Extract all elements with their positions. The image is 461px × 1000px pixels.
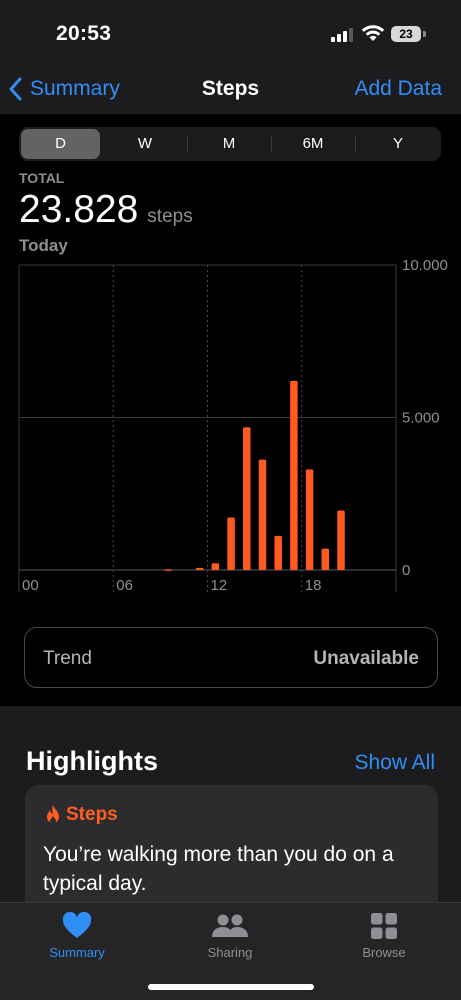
tab-summary[interactable]: Summary xyxy=(0,903,154,973)
wifi-icon xyxy=(361,25,385,41)
highlights-section: Highlights Show All Steps You’re walking… xyxy=(0,706,461,925)
y-tick-label: 5.000 xyxy=(402,410,440,427)
chart-bar xyxy=(290,380,298,570)
segment-month[interactable]: M xyxy=(187,127,271,161)
total-value: 23.828 xyxy=(19,188,139,231)
total-row: 23.828 steps xyxy=(19,188,193,232)
tab-browse-label: Browse xyxy=(362,945,406,960)
navigation-bar: Summary Steps Add Data xyxy=(0,68,461,114)
heart-icon xyxy=(62,912,92,938)
chart-bar xyxy=(227,517,235,570)
chart-bar xyxy=(258,459,267,570)
tab-browse[interactable]: Browse xyxy=(307,903,461,973)
signal-icon xyxy=(331,27,355,42)
highlight-text: You’re walking more than you do on a typ… xyxy=(43,843,394,895)
chart-bar xyxy=(321,548,330,570)
chart-bar xyxy=(305,469,314,570)
tab-sharing-label: Sharing xyxy=(207,945,253,960)
highlight-category: Steps xyxy=(66,804,118,825)
people-icon xyxy=(212,914,248,937)
x-tick-label: 12 xyxy=(211,577,228,594)
total-unit: steps xyxy=(147,206,193,227)
chart-bar xyxy=(243,427,251,570)
highlight-card-header: Steps xyxy=(43,804,118,826)
trend-value: Unavailable xyxy=(313,648,419,669)
x-tick-label: 00 xyxy=(22,577,39,594)
steps-chart[interactable]: 0 5.000 10.000 00 06 12 18 xyxy=(0,255,461,600)
x-tick-label: 06 xyxy=(116,577,133,594)
chart-bar xyxy=(164,569,172,571)
segment-week[interactable]: W xyxy=(103,127,187,161)
add-data-button[interactable]: Add Data xyxy=(354,77,442,101)
x-tick-label: 18 xyxy=(305,577,322,594)
status-time: 20:53 xyxy=(56,22,112,45)
y-tick-label: 10.000 xyxy=(402,257,448,274)
y-tick-label: 0 xyxy=(402,562,410,579)
chart-bar xyxy=(211,563,220,570)
chart-bar xyxy=(337,510,345,570)
total-label: TOTAL xyxy=(19,170,65,186)
period-segmented-control: D W M 6M Y xyxy=(19,127,441,161)
battery-tip xyxy=(423,31,426,37)
show-all-button[interactable]: Show All xyxy=(354,751,435,775)
battery-icon: 23 xyxy=(391,26,421,42)
trend-card[interactable]: Trend Unavailable xyxy=(24,627,438,688)
trend-label: Trend xyxy=(43,648,92,669)
chart-bar xyxy=(195,567,204,570)
tab-sharing[interactable]: Sharing xyxy=(153,903,307,973)
grid-icon xyxy=(371,913,397,939)
home-indicator[interactable] xyxy=(148,984,314,990)
segment-six-months[interactable]: 6M xyxy=(271,127,355,161)
flame-icon xyxy=(47,805,59,824)
chart-bar xyxy=(274,535,282,570)
segment-year[interactable]: Y xyxy=(355,127,441,161)
tab-summary-label: Summary xyxy=(49,945,105,960)
total-period: Today xyxy=(19,236,68,255)
status-bar: 20:53 23 xyxy=(0,0,461,68)
segment-day[interactable]: D xyxy=(21,129,100,159)
highlights-title: Highlights xyxy=(26,746,158,776)
